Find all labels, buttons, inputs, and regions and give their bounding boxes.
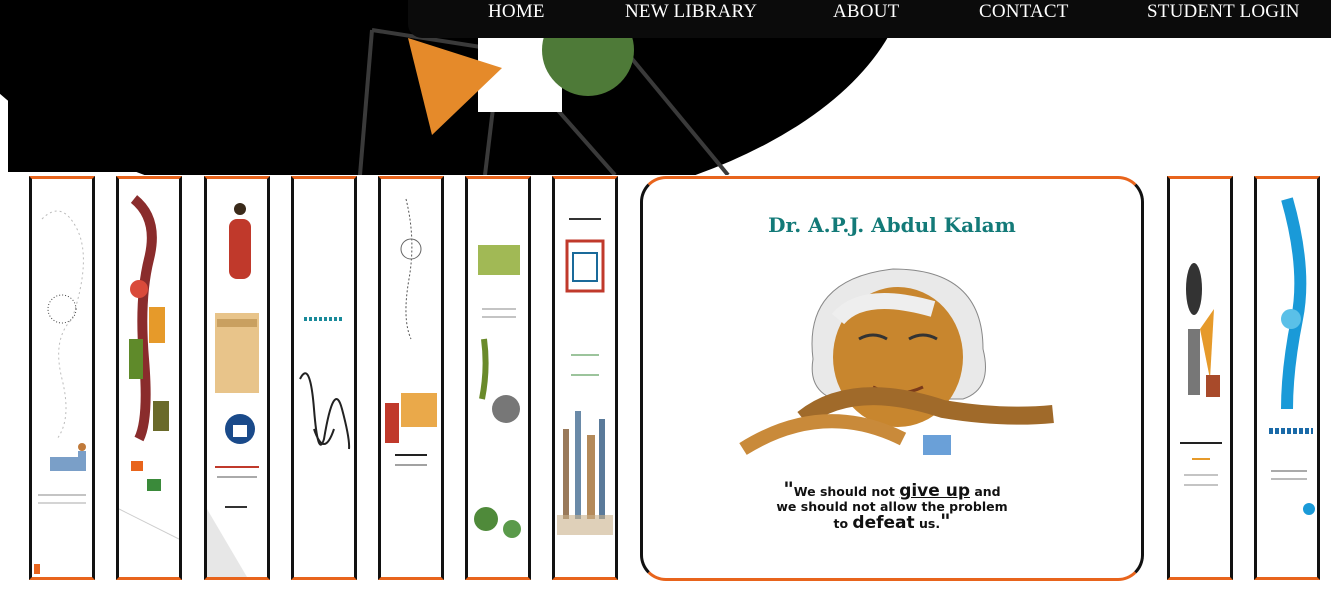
gallery-card-2[interactable] [116,176,182,580]
nav-student-login[interactable]: STUDENT LOGIN [1147,1,1300,23]
featured-quote: "We should not give up and we should not… [776,477,1008,533]
nav-new-library[interactable]: NEW LIBRARY [625,1,757,23]
gallery-card-9[interactable] [1254,176,1320,580]
gallery-image-6 [474,245,521,538]
featured-title: Dr. A.P.J. Abdul Kalam [768,213,1016,237]
gallery-card-7[interactable] [552,176,618,580]
gallery-image-7 [557,218,613,535]
nav-contact[interactable]: CONTACT [979,1,1069,23]
gallery-image-3 [207,203,259,577]
gallery-card-1[interactable] [29,176,95,580]
featured-card[interactable]: Dr. A.P.J. Abdul Kalam "We should not gi… [640,176,1144,581]
gallery-image-9 [1269,197,1315,515]
gallery-card-5[interactable] [378,176,444,580]
nav-about[interactable]: ABOUT [833,1,899,23]
nav-home[interactable]: HOME [488,1,545,23]
gallery-image-1 [34,210,86,574]
gallery-card-4[interactable] [291,176,357,580]
gallery-image-4 [299,317,351,450]
gallery-image-5 [385,198,437,466]
top-navigation: HOME NEW LIBRARY ABOUT CONTACT STUDENT L… [408,0,1331,38]
gallery-card-8[interactable] [1167,176,1233,580]
gallery-image-8 [1180,263,1222,486]
gallery-card-3[interactable] [204,176,270,580]
portrait-illustration [739,268,1054,455]
gallery-card-6[interactable] [465,176,531,580]
gallery-image-2 [119,195,179,540]
